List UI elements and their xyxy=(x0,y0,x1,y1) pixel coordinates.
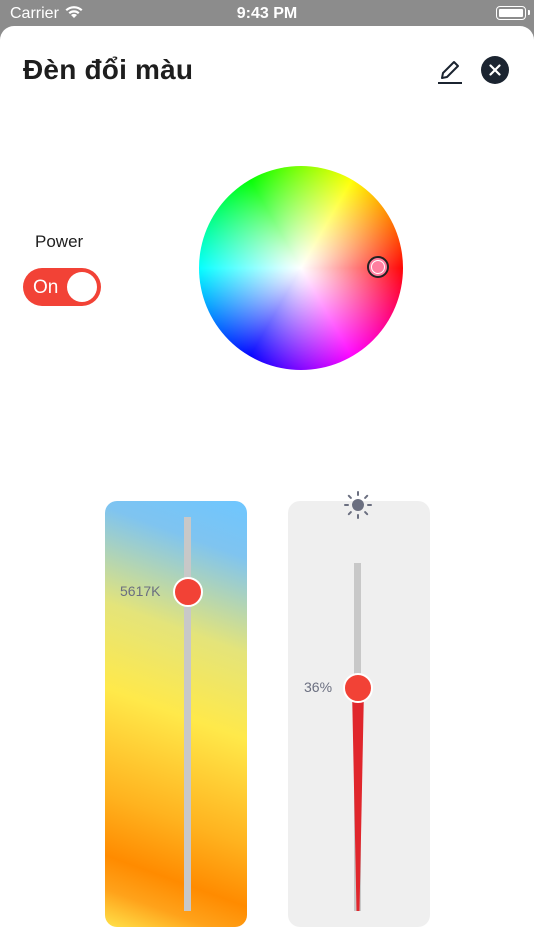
color-temperature-slider[interactable]: 5617K xyxy=(105,501,247,927)
status-bar: Carrier 9:43 PM xyxy=(0,0,534,28)
sun-icon xyxy=(344,491,372,519)
edit-pencil-icon xyxy=(438,61,462,84)
toggle-state-label: On xyxy=(33,277,59,298)
close-icon xyxy=(489,64,501,76)
page-title: Đèn đổi màu xyxy=(23,54,194,85)
battery-icon xyxy=(496,6,530,20)
edit-button[interactable] xyxy=(434,56,466,88)
modal-sheet: Đèn đổi màu Power On 5617K 36% xyxy=(0,26,534,950)
brightness-fill xyxy=(352,688,364,911)
power-toggle[interactable]: On xyxy=(23,268,101,306)
brightness-slider[interactable]: 36% xyxy=(288,501,430,927)
brightness-thumb[interactable] xyxy=(343,673,373,704)
close-button[interactable] xyxy=(481,56,509,84)
power-label: Power xyxy=(35,232,84,251)
color-wheel[interactable] xyxy=(199,166,403,370)
temperature-thumb[interactable] xyxy=(173,576,203,607)
status-time: 9:43 PM xyxy=(236,5,298,22)
color-picker-marker[interactable] xyxy=(367,256,390,279)
brightness-value: 36% xyxy=(304,679,333,696)
toggle-knob xyxy=(67,272,97,302)
temperature-value: 5617K xyxy=(120,582,161,599)
